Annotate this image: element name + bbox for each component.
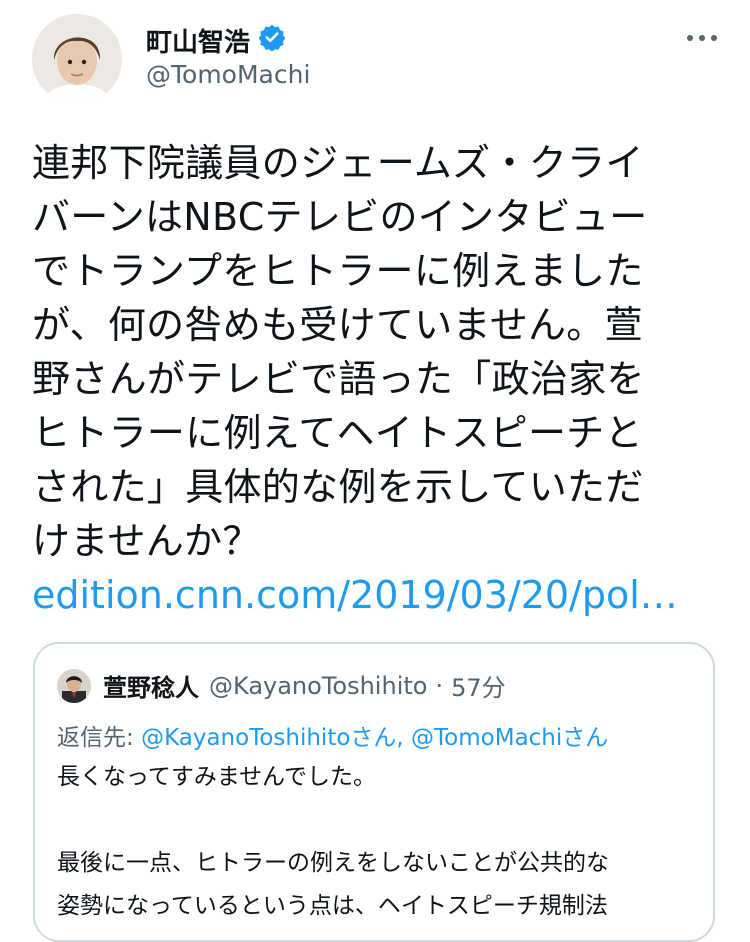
more-options-icon[interactable]: [682, 24, 722, 52]
reply-mentions[interactable]: @KayanoToshihitoさん, @TomoMachiさん: [141, 725, 608, 751]
meta-separator: ·: [435, 671, 444, 700]
author-handle[interactable]: @TomoMachi: [146, 60, 310, 89]
author-avatar[interactable]: [32, 14, 122, 104]
author-name[interactable]: 町山智浩: [146, 22, 250, 59]
quoted-tweet[interactable]: 萱野稔人 @KayanoToshihito · 57分 返信先: @Kayano…: [33, 642, 715, 942]
quoted-author-handle[interactable]: @KayanoToshihito: [209, 672, 427, 700]
verified-badge-icon: [258, 23, 286, 58]
quoted-time: 57分: [451, 674, 506, 702]
quoted-header: 萱野稔人 @KayanoToshihito · 57分: [57, 668, 506, 703]
tweet-link[interactable]: edition.cnn.com/2019/03/20/pol…: [32, 568, 678, 622]
reply-prefix: 返信先:: [57, 725, 134, 751]
tweet-text: 連邦下院議員のジェームズ・クライ バーンはNBCテレビのインタビュー でトランプ…: [32, 141, 648, 563]
author-name-row[interactable]: 町山智浩: [146, 22, 286, 59]
quoted-body: 長くなってすみませんでした。 最後に一点、ヒトラーの例えをしないことが公共的な …: [57, 764, 609, 919]
quoted-avatar: [57, 668, 91, 703]
reply-context: 返信先: @KayanoToshihitoさん, @TomoMachiさん: [57, 718, 608, 752]
quoted-author-name[interactable]: 萱野稔人: [103, 668, 199, 703]
